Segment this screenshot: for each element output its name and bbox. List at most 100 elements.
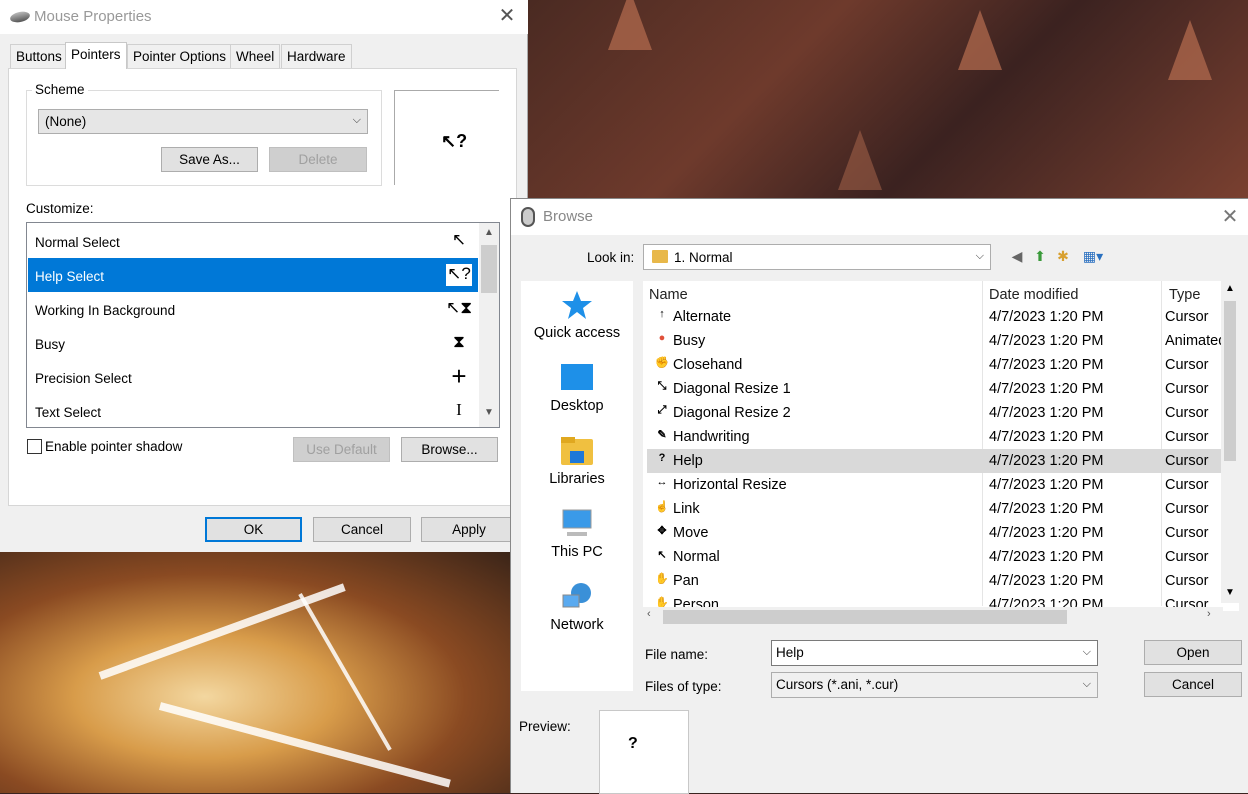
file-name-input[interactable]: Help ⌵: [771, 640, 1098, 666]
place-label: Quick access: [533, 325, 621, 341]
table-row[interactable]: ⤢ Diagonal Resize 2 4/7/2023 1:20 PM Cursor: [647, 401, 1221, 425]
scrollbar-thumb[interactable]: [663, 610, 1067, 624]
this-pc-icon: [562, 509, 592, 536]
tab-pointers[interactable]: Pointers: [65, 42, 127, 69]
place-network[interactable]: Network: [521, 573, 633, 645]
file-date: 4/7/2023 1:20 PM: [989, 309, 1104, 325]
list-item-label: Normal Select: [35, 235, 120, 250]
normal-select-icon: ↖: [451, 230, 467, 249]
file-name: Normal: [673, 549, 720, 565]
list-item[interactable]: Precision Select +: [28, 360, 478, 394]
scroll-up-icon[interactable]: ▲: [483, 227, 495, 241]
open-button[interactable]: Open: [1144, 640, 1242, 665]
use-default-button[interactable]: Use Default: [293, 437, 390, 462]
place-desktop[interactable]: Desktop: [521, 354, 633, 426]
file-date: 4/7/2023 1:20 PM: [989, 573, 1104, 589]
cancel-button[interactable]: Cancel: [313, 517, 411, 542]
file-name-value: Help: [776, 645, 804, 660]
table-row[interactable]: ☝ Link 4/7/2023 1:20 PM Cursor: [647, 497, 1221, 521]
cursor-file-icon: ✋: [655, 573, 669, 585]
tab-wheel[interactable]: Wheel: [230, 44, 281, 68]
scrollbar-thumb[interactable]: [1224, 301, 1236, 461]
file-name: Closehand: [673, 357, 743, 373]
table-row[interactable]: ↑ Alternate 4/7/2023 1:20 PM Cursor: [647, 305, 1221, 329]
cancel-button[interactable]: Cancel: [1144, 672, 1242, 697]
cursor-list[interactable]: Normal Select ↖ Help Select ↖? Working I…: [26, 222, 500, 428]
browse-button[interactable]: Browse...: [401, 437, 498, 462]
back-icon[interactable]: ◀: [1008, 247, 1026, 265]
list-item[interactable]: Busy ⧗: [28, 326, 478, 360]
cursor-file-icon: ☝: [655, 501, 669, 513]
scroll-up-icon[interactable]: ▲: [1225, 283, 1235, 294]
column-header-type[interactable]: Type: [1169, 287, 1200, 303]
look-in-dropdown[interactable]: 1. Normal ⌵: [643, 244, 991, 270]
scroll-left-icon[interactable]: ‹: [647, 608, 651, 620]
crosshair-icon: +: [451, 361, 467, 391]
table-row[interactable]: ✥ Move 4/7/2023 1:20 PM Cursor: [647, 521, 1221, 545]
file-name: Link: [673, 501, 700, 517]
list-item[interactable]: Normal Select ↖: [28, 224, 478, 258]
cursor-file-icon: ⤢: [657, 404, 667, 416]
sort-ascending-icon: ⌃: [809, 281, 818, 288]
scrollbar[interactable]: ▲ ▼: [1221, 281, 1239, 603]
window-title: Mouse Properties: [34, 8, 152, 25]
libraries-icon: [561, 437, 593, 465]
scroll-right-icon[interactable]: ›: [1207, 608, 1211, 620]
scrollbar[interactable]: ▲ ▼: [479, 223, 499, 427]
table-row[interactable]: ✎ Handwriting 4/7/2023 1:20 PM Cursor: [647, 425, 1221, 449]
table-row[interactable]: ✋ Pan 4/7/2023 1:20 PM Cursor: [647, 569, 1221, 593]
table-row[interactable]: ⤡ Diagonal Resize 1 4/7/2023 1:20 PM Cursor: [647, 377, 1221, 401]
place-libraries[interactable]: Libraries: [521, 427, 633, 499]
tab-pointer-options[interactable]: Pointer Options: [127, 44, 233, 68]
place-this-pc[interactable]: This PC: [521, 500, 633, 572]
place-label: Network: [550, 617, 604, 633]
chevron-down-icon: ⌵: [352, 114, 361, 126]
help-cursor-icon: ?: [628, 735, 638, 752]
list-item-label: Working In Background: [35, 303, 176, 318]
scheme-dropdown[interactable]: (None) ⌵: [38, 109, 368, 134]
new-folder-icon[interactable]: ✱: [1054, 247, 1072, 265]
delete-button[interactable]: Delete: [269, 147, 367, 172]
list-item[interactable]: Text Select I: [28, 394, 478, 427]
file-type-dropdown[interactable]: Cursors (*.ani, *.cur) ⌵: [771, 672, 1098, 698]
file-name: Pan: [673, 573, 699, 589]
column-header-date[interactable]: Date modified: [989, 287, 1078, 303]
table-row[interactable]: ↖ Normal 4/7/2023 1:20 PM Cursor: [647, 545, 1221, 569]
file-type: Cursor: [1165, 477, 1209, 493]
close-icon[interactable]: ✕: [1217, 205, 1243, 231]
working-in-background-icon: ↖⧗: [446, 298, 473, 317]
tab-hardware[interactable]: Hardware: [281, 44, 352, 68]
tab-buttons[interactable]: Buttons: [10, 44, 68, 68]
file-list[interactable]: Name ⌃ Date modified Type ↑ Alternate 4/7/…: [643, 281, 1239, 611]
places-bar: Quick access Desktop Libraries This PC N…: [521, 281, 633, 691]
file-date: 4/7/2023 1:20 PM: [989, 525, 1104, 541]
mouse-icon: [9, 10, 31, 24]
save-as-button[interactable]: Save As...: [161, 147, 258, 172]
scroll-down-icon[interactable]: ▼: [483, 407, 495, 421]
place-quick-access[interactable]: Quick access: [521, 281, 633, 353]
scrollbar-thumb[interactable]: [481, 245, 497, 293]
mouse-properties-window: Mouse Properties ✕ Buttons Pointers Poin…: [0, 0, 528, 552]
horizontal-scrollbar[interactable]: ‹ ›: [643, 607, 1223, 625]
window-title: Browse: [543, 208, 594, 225]
column-header-name[interactable]: Name: [649, 287, 688, 303]
file-name: Diagonal Resize 1: [673, 381, 791, 397]
pointer-shadow-checkbox[interactable]: [27, 439, 42, 454]
scroll-down-icon[interactable]: ▼: [1225, 587, 1235, 598]
mouse-icon: [521, 207, 535, 227]
table-row[interactable]: ↔ Horizontal Resize 4/7/2023 1:20 PM Cursor: [647, 473, 1221, 497]
ok-button[interactable]: OK: [205, 517, 302, 542]
place-label: This PC: [551, 544, 603, 560]
list-item[interactable]: Help Select ↖?: [28, 258, 478, 292]
list-item[interactable]: Working In Background ↖⧗: [28, 292, 478, 326]
wallpaper-shape: [608, 0, 652, 50]
desktop-wallpaper: [0, 552, 512, 793]
table-row[interactable]: ✊ Closehand 4/7/2023 1:20 PM Cursor: [647, 353, 1221, 377]
apply-button[interactable]: Apply: [421, 517, 517, 542]
up-folder-icon[interactable]: ⬆: [1031, 247, 1049, 265]
view-menu-icon[interactable]: ▦▾: [1079, 247, 1107, 265]
table-row[interactable]: ? Help 4/7/2023 1:20 PM Cursor: [647, 449, 1221, 473]
table-row[interactable]: ● Busy 4/7/2023 1:20 PM Animated: [647, 329, 1227, 353]
file-type: Cursor: [1165, 573, 1209, 589]
close-icon[interactable]: ✕: [494, 4, 520, 30]
